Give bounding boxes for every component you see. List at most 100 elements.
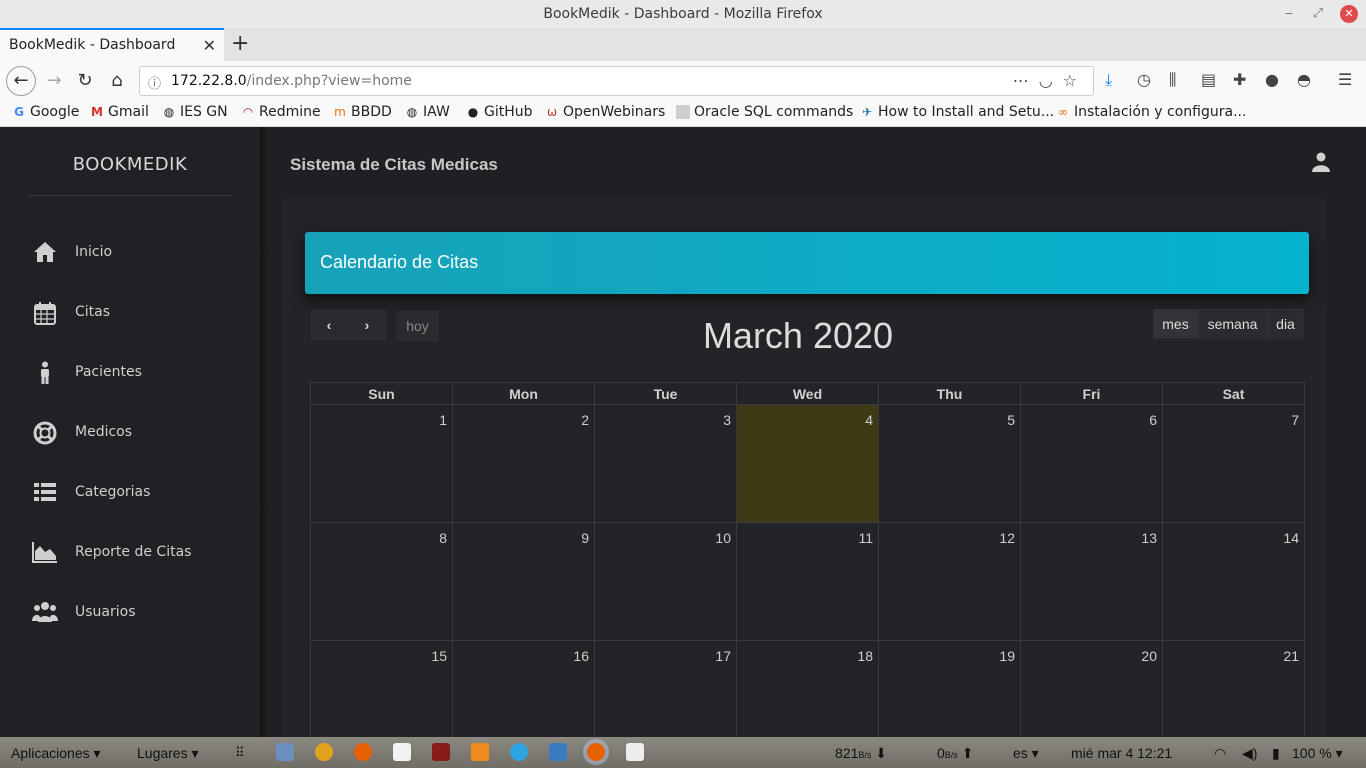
arrow-up-icon: ⬆ (961, 745, 974, 761)
bookmark-label: Gmail (108, 104, 149, 120)
day-cell[interactable]: 5 (878, 404, 1021, 523)
chrome-app-icon[interactable] (315, 743, 333, 761)
close-tab-icon[interactable]: ✕ (203, 36, 216, 55)
applications-menu[interactable]: Aplicaciones ▾ (11, 745, 101, 762)
day-cell[interactable]: 9 (452, 522, 595, 641)
sidebar-toggle-icon[interactable]: ▤ (1201, 70, 1216, 89)
bookmark-star-icon[interactable]: ☆ (1063, 71, 1087, 90)
day-cell[interactable]: 6 (1020, 404, 1163, 523)
battery-icon[interactable]: ▮ (1272, 745, 1280, 762)
bookmark-gmail[interactable]: M Gmail (90, 104, 149, 120)
pocket-icon[interactable]: ◡ (1039, 71, 1063, 90)
back-icon[interactable]: ← (6, 66, 36, 96)
bookmark-instalacion[interactable]: ∞ Instalación y configura... (1056, 104, 1246, 120)
day-cell[interactable]: 12 (878, 522, 1021, 641)
home-icon (32, 241, 58, 265)
bird-icon: ✈ (861, 105, 873, 119)
screenshot-app-icon[interactable] (626, 743, 644, 761)
document-app-icon[interactable] (393, 743, 411, 761)
view-week-button[interactable]: semana (1198, 309, 1267, 339)
day-cell[interactable]: 13 (1020, 522, 1163, 641)
day-cell[interactable]: 7 (1162, 404, 1305, 523)
next-month-button[interactable]: › (348, 310, 386, 340)
weekday-header: Thu (878, 382, 1021, 405)
sidebar-item-citas[interactable]: Citas (0, 291, 260, 335)
sidebar-item-medicos[interactable]: Medicos (0, 411, 260, 455)
sidebar-item-pacientes[interactable]: Pacientes (0, 351, 260, 395)
view-day-button[interactable]: dia (1267, 309, 1304, 339)
day-cell[interactable]: 14 (1162, 522, 1305, 641)
page-icon: ▪ (676, 105, 690, 119)
firefox-app-icon[interactable] (354, 743, 372, 761)
bookmark-how-to-install[interactable]: ✈ How to Install and Setu... (860, 104, 1054, 120)
virtualbox-app-icon[interactable] (549, 743, 567, 761)
bookmark-label: Redmine (259, 104, 321, 120)
places-menu[interactable]: Lugares ▾ (137, 745, 199, 762)
day-cell[interactable]: 3 (594, 404, 737, 523)
bookmarks-toolbar: G Google M Gmail ◍ IES GN ◠ Redmine m BBDD ◍ I… (0, 101, 1366, 127)
battery-percent[interactable]: 100 % ▾ (1292, 745, 1343, 762)
bookmark-github[interactable]: ● GitHub (466, 104, 533, 120)
bookmark-oracle-sql[interactable]: ▪ Oracle SQL commands (676, 104, 853, 120)
day-cell-today[interactable]: 4 (736, 404, 879, 523)
volume-icon[interactable]: ◀) (1242, 745, 1257, 762)
url-text[interactable]: 172.22.8.0/index.php?view=home (171, 73, 412, 89)
prev-month-button[interactable]: ‹ (311, 310, 347, 340)
new-tab-icon[interactable]: + (231, 31, 249, 56)
keyboard-language-menu[interactable]: es ▾ (1013, 745, 1039, 762)
clock[interactable]: mié mar 4 12:21 (1071, 745, 1172, 761)
day-cell[interactable]: 1 (310, 404, 453, 523)
home-page-icon[interactable]: ⌂ (103, 67, 131, 95)
sidebar-item-categorias[interactable]: Categorias (0, 471, 260, 515)
window-titlebar: BookMedik - Dashboard - Mozilla Firefox … (0, 0, 1366, 28)
files-app-icon[interactable] (276, 743, 294, 761)
brand-logo[interactable]: BOOKMEDIK (0, 154, 260, 175)
tab-title: BookMedik - Dashboard (9, 37, 176, 53)
account-icon[interactable]: ● (1265, 70, 1279, 89)
app-grid-icon[interactable]: ⠿ (235, 745, 245, 761)
private-mask-icon[interactable]: ◓ (1297, 70, 1311, 89)
close-window-icon[interactable]: ✕ (1340, 5, 1358, 23)
today-button[interactable]: hoy (397, 311, 438, 341)
day-cell[interactable]: 11 (736, 522, 879, 641)
bookmark-bbdd[interactable]: m BBDD (333, 104, 392, 120)
menu-hamburger-icon[interactable]: ☰ (1338, 70, 1352, 89)
terminal-app-icon[interactable] (432, 743, 450, 761)
google-icon: G (14, 105, 24, 119)
sidebar-item-label: Citas (75, 304, 111, 320)
sidebar-item-label: Reporte de Citas (75, 544, 192, 560)
bookmark-label: IAW (423, 104, 450, 120)
gmail-icon: M (91, 105, 103, 119)
tab-active[interactable]: BookMedik - Dashboard ✕ (0, 28, 224, 61)
day-cell[interactable]: 8 (310, 522, 453, 641)
day-cell[interactable]: 10 (594, 522, 737, 641)
sidebar-item-usuarios[interactable]: Usuarios (0, 591, 260, 635)
maximize-icon[interactable]: ⤢ (1309, 5, 1327, 23)
sidebar-item-inicio[interactable]: Inicio (0, 231, 260, 275)
wifi-icon[interactable]: ◠ (1214, 745, 1226, 762)
page-actions-icon[interactable]: ⋯ (1013, 71, 1039, 90)
user-account-icon[interactable] (1312, 152, 1330, 172)
day-cell[interactable]: 2 (452, 404, 595, 523)
firefox-running-app-icon[interactable] (587, 743, 605, 761)
minimize-icon[interactable]: ‒ (1280, 5, 1298, 23)
bookmark-ies-gn[interactable]: ◍ IES GN (162, 104, 228, 120)
sublime-app-icon[interactable] (471, 743, 489, 761)
library-icon[interactable]: ⫼ (1169, 70, 1176, 90)
extensions-icon[interactable]: ✚ (1233, 70, 1246, 89)
view-month-button[interactable]: mes (1153, 309, 1198, 339)
bookmark-iaw[interactable]: ◍ IAW (405, 104, 450, 120)
net-up-unit: B/s (944, 750, 958, 760)
downloads-icon[interactable]: ⤓ (1105, 70, 1112, 90)
bookmark-google[interactable]: G Google (12, 104, 79, 120)
url-bar[interactable]: ⓘ 172.22.8.0/index.php?view=home ⋯◡☆ (139, 66, 1094, 96)
bookmark-openwebinars[interactable]: ω OpenWebinars (545, 104, 665, 120)
sidebar: BOOKMEDIK Inicio Citas Pacientes Medicos… (0, 127, 260, 737)
telegram-app-icon[interactable] (510, 743, 528, 761)
forward-icon[interactable]: → (40, 67, 68, 95)
reload-icon[interactable]: ↻ (71, 67, 99, 95)
bookmark-redmine[interactable]: ◠ Redmine (241, 104, 321, 120)
sidebar-item-reporte-de-citas[interactable]: Reporte de Citas (0, 531, 260, 575)
site-info-icon[interactable]: ⓘ (148, 73, 161, 92)
history-icon[interactable]: ◷ (1137, 70, 1151, 89)
